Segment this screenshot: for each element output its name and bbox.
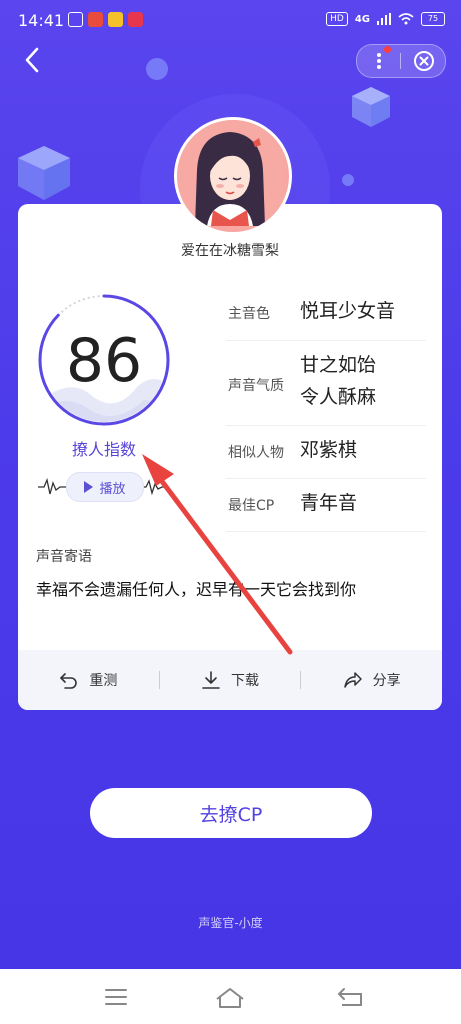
more-vertical-icon[interactable] [369,51,389,71]
system-nav-bar [0,969,461,1024]
network-label: 4G [354,13,370,25]
message-title: 声音寄语 [36,549,92,565]
share-icon [343,672,362,688]
back-icon[interactable] [334,983,366,1011]
notification-app-icon [128,12,143,27]
notification-app-icon [108,12,123,27]
download-button[interactable]: 下载 [160,670,301,690]
undo-icon [60,673,78,689]
download-icon [202,671,220,689]
attribute-value: 青年音 [300,492,358,514]
status-time: 14:41 [18,11,65,30]
decorative-cube-icon [352,87,390,127]
attribute-row: 声音气质 甘之如饴 令人酥麻 [226,341,426,426]
annotation-arrow [142,454,293,655]
avatar [174,117,292,235]
play-icon [84,481,94,493]
attribute-value: 邓紫棋 [300,439,358,461]
attribute-key: 声音气质 [228,378,284,394]
close-circle-icon[interactable] [413,50,435,72]
notification-icons [68,12,143,27]
status-right: HD 4G 75 [326,12,445,26]
app-screen: 14:41 HD 4G 75 爱在在冰糖雪梨 86 撩人指数 播放 主音色 悦耳… [0,0,461,969]
attribute-value: 甘之如饴 [300,354,377,376]
decorative-circle [342,174,354,186]
download-label: 下载 [231,673,259,689]
home-icon[interactable] [214,983,246,1011]
retest-label: 重测 [89,673,118,689]
menu-icon[interactable] [100,983,132,1011]
retest-button[interactable]: 重测 [18,670,159,690]
find-cp-button[interactable]: 去撩CP [90,788,372,838]
share-label: 分享 [372,673,401,689]
voice-score: 86 [65,326,143,396]
username: 爱在在冰糖雪梨 [181,243,279,259]
play-label: 播放 [99,481,126,497]
signal-icon [377,13,391,25]
status-bar: 14:41 HD 4G 75 [0,0,461,40]
attribute-row: 主音色 悦耳少女音 [226,286,426,341]
notification-app-icon [68,12,83,27]
mini-program-capsule [356,44,446,78]
capsule-divider [400,53,401,69]
wifi-icon [398,13,414,25]
attribute-value: 悦耳少女音 [300,300,396,322]
notification-app-icon [88,12,103,27]
notification-dot [384,46,391,53]
score-ring: 86 [36,292,172,428]
battery-indicator: 75 [421,12,445,26]
back-arrow-icon[interactable] [18,45,48,75]
avatar-illustration [177,120,283,226]
decorative-cube-icon [18,146,70,200]
hd-badge: HD [326,12,348,26]
decorative-circle [146,58,168,80]
attribute-key: 主音色 [228,306,270,322]
share-button[interactable]: 分享 [301,670,442,690]
attribute-value: 令人酥麻 [300,386,377,408]
footer-credit: 声鉴官-小度 [198,916,263,930]
